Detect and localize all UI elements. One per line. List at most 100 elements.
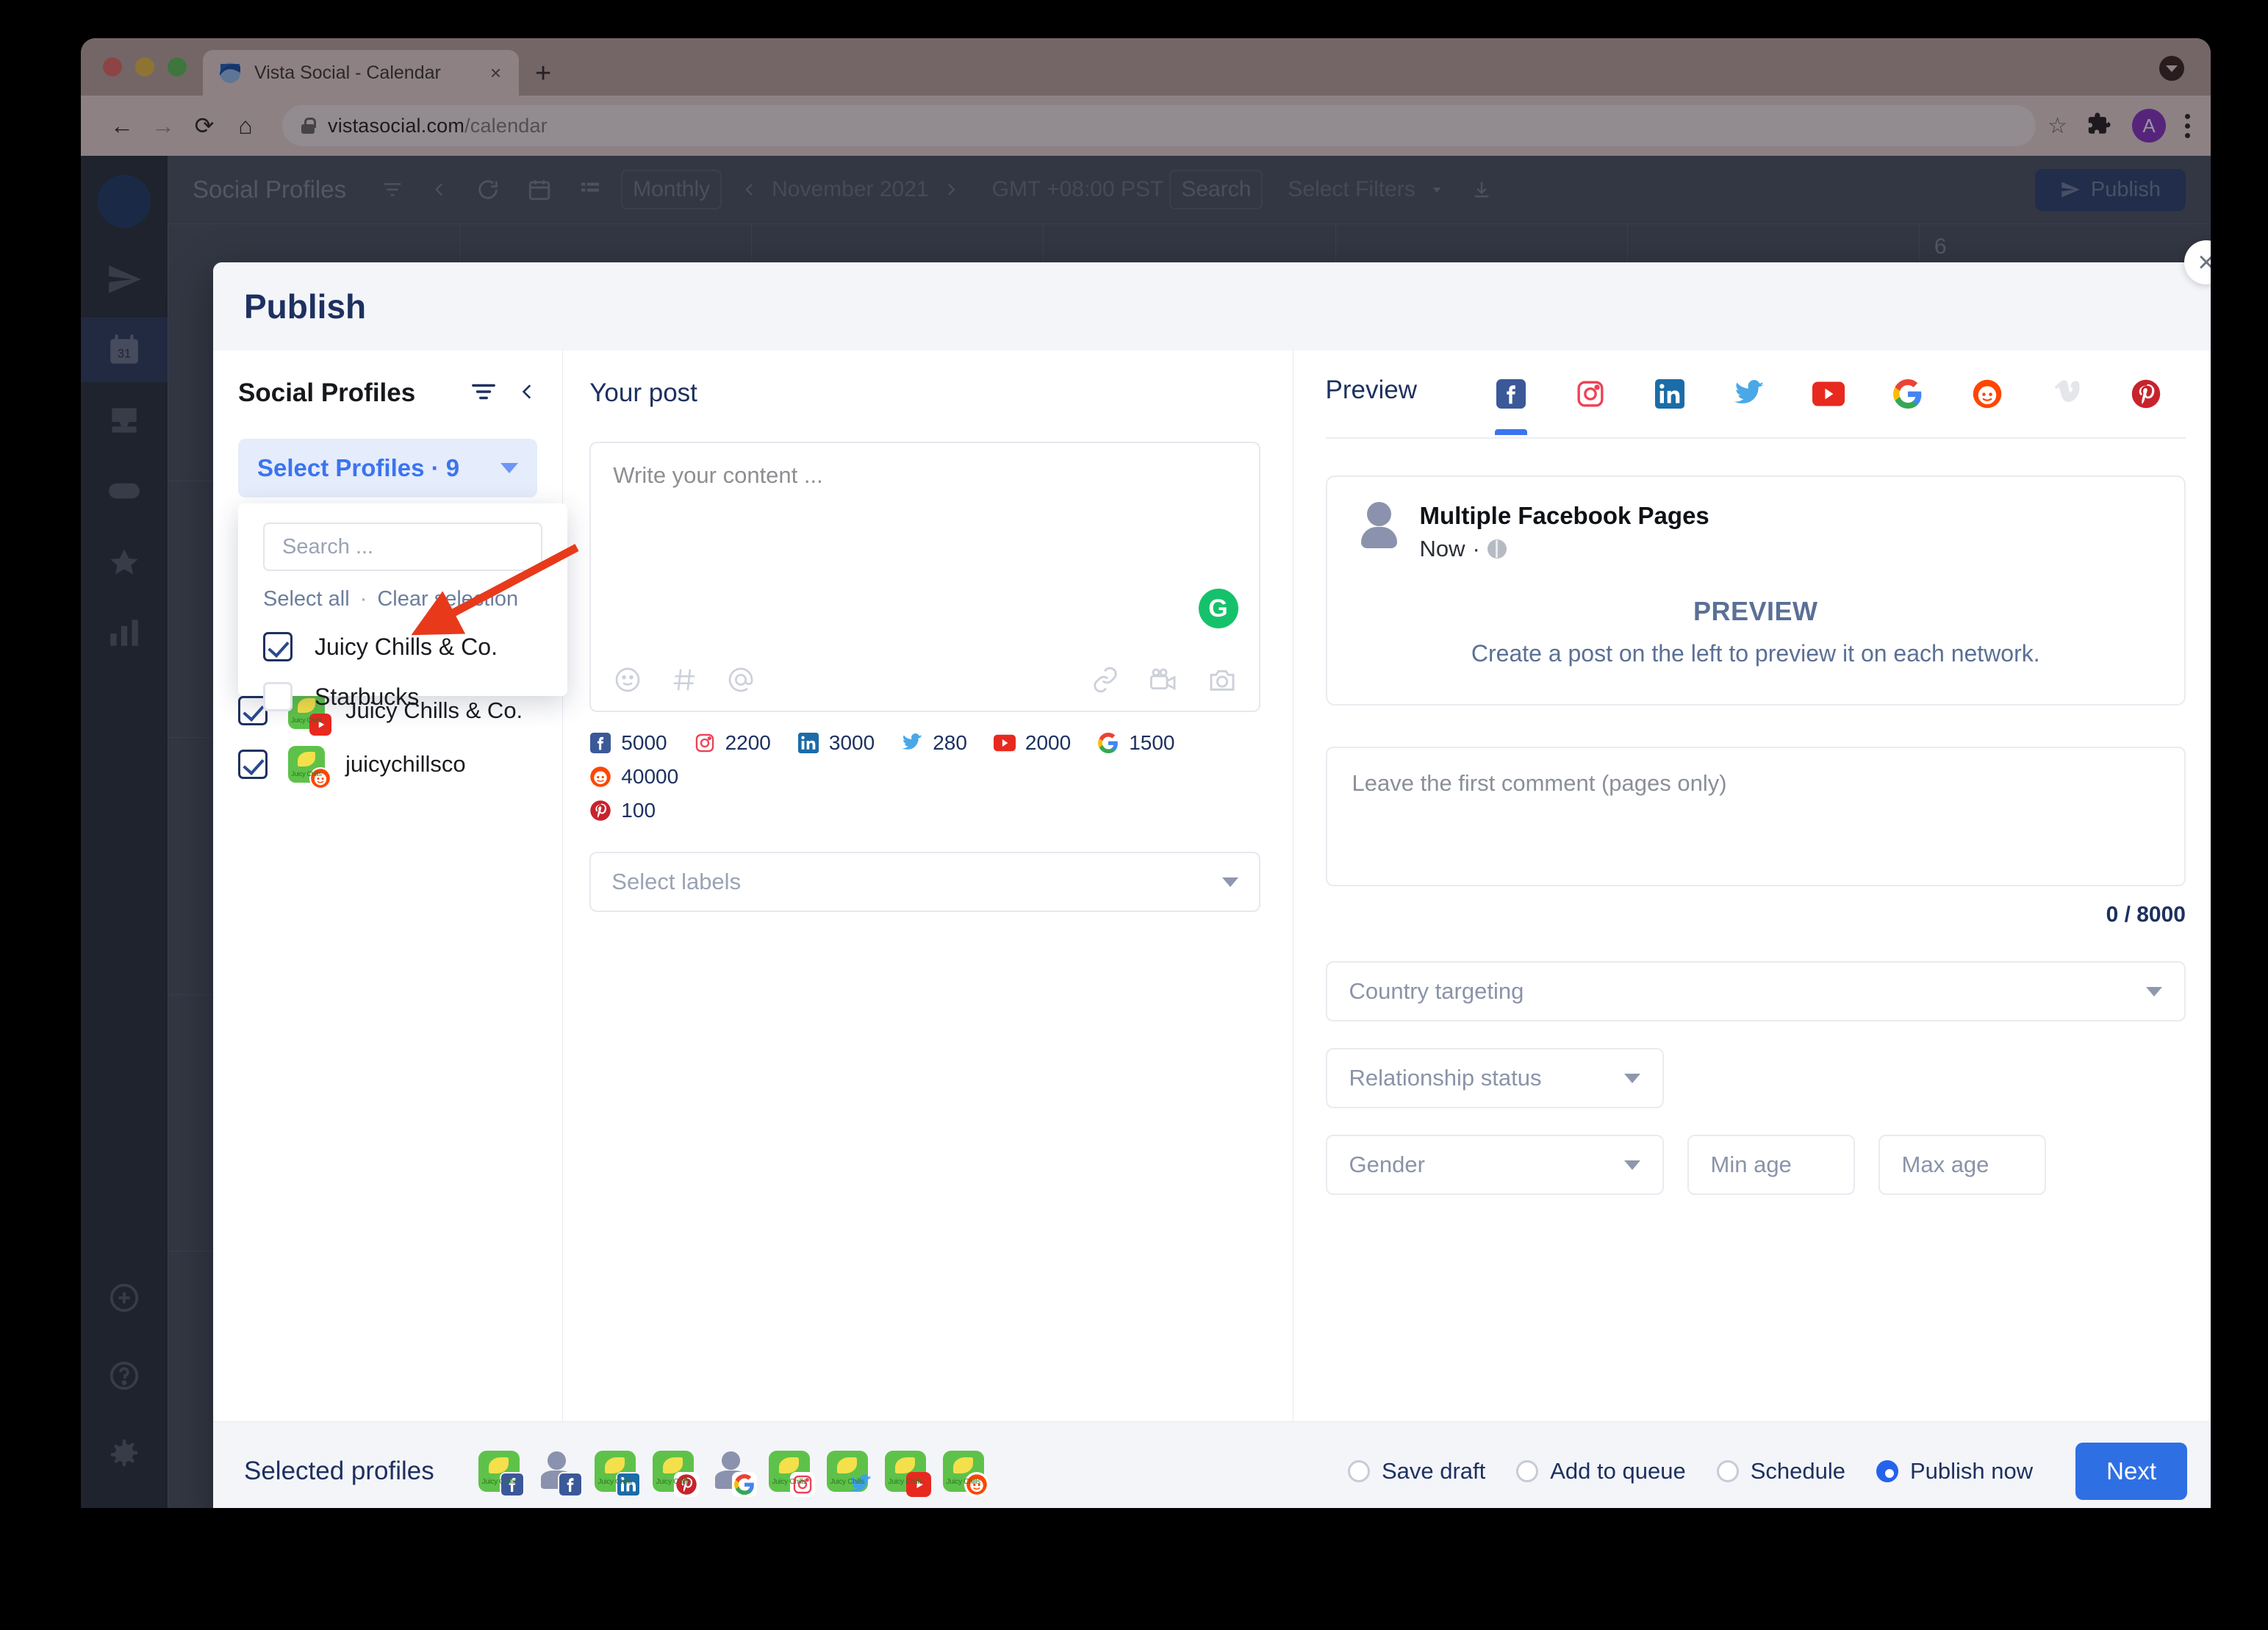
tab-pinterest[interactable]: [2106, 378, 2186, 434]
select-profiles-dropdown-button[interactable]: Select Profiles · 9: [238, 439, 538, 498]
preview-timestamp: Now: [1419, 536, 1465, 561]
profile-search-input[interactable]: Search ...: [263, 523, 542, 571]
limit-facebook: 5000: [589, 731, 667, 755]
link-icon[interactable]: [1091, 666, 1119, 694]
tab-google[interactable]: [1868, 379, 1948, 434]
your-post-panel: Your post Write your content ... G 5000 …: [563, 351, 1293, 1421]
instagram-icon: [694, 732, 716, 754]
chevron-down-icon: [1221, 877, 1238, 887]
tab-twitter[interactable]: [1709, 378, 1789, 435]
selected-avatar-youtube[interactable]: [884, 1451, 931, 1497]
selected-avatar-facebook-generic[interactable]: [537, 1451, 583, 1497]
dropdown-option-juicy-chills[interactable]: Juicy Chills & Co.: [263, 632, 542, 661]
tab-vimeo[interactable]: [2027, 378, 2106, 434]
post-composer[interactable]: Write your content ... G: [589, 442, 1260, 712]
reddit-icon: [963, 1472, 989, 1497]
tab-reddit[interactable]: [1948, 378, 2027, 434]
modal-header: Publish: [213, 262, 2211, 351]
selected-avatar-instagram[interactable]: [768, 1451, 815, 1497]
hashtag-icon[interactable]: [670, 666, 698, 694]
selected-avatar-linkedin[interactable]: [594, 1451, 641, 1497]
limit-value: 3000: [828, 731, 875, 754]
tab-instagram[interactable]: [1551, 379, 1630, 434]
selected-avatar-twitter[interactable]: [826, 1451, 872, 1492]
chevron-left-icon[interactable]: [518, 379, 537, 408]
linkedin-icon: [797, 732, 819, 754]
reddit-icon: [589, 766, 611, 788]
dropdown-option-starbucks[interactable]: Starbucks: [263, 682, 542, 711]
emoji-icon[interactable]: [613, 665, 642, 694]
dropdown-option-label: Starbucks: [315, 683, 420, 710]
min-age-input[interactable]: Min age: [1687, 1135, 1855, 1195]
relationship-status-select[interactable]: Relationship status: [1325, 1048, 1664, 1108]
preview-meta-separator: ·: [1472, 536, 1480, 561]
tab-youtube[interactable]: [1789, 381, 1868, 431]
profile-checkbox[interactable]: [238, 749, 268, 779]
gender-age-row: Gender Min age Max age: [1325, 1135, 2186, 1195]
reddit-icon: [309, 766, 331, 789]
composer-tools-left: [613, 665, 756, 694]
option-publish-now[interactable]: Publish now: [1876, 1458, 2033, 1484]
avatar: [1357, 502, 1401, 548]
clear-selection-link[interactable]: Clear selection: [377, 587, 518, 611]
dropdown-option-checkbox[interactable]: [263, 632, 293, 661]
next-button[interactable]: Next: [2075, 1443, 2187, 1500]
option-schedule[interactable]: Schedule: [1716, 1458, 1845, 1484]
bulk-actions-separator: ·: [359, 587, 367, 611]
selected-profiles-label: Selected profiles: [244, 1457, 434, 1485]
limit-value: 5000: [621, 731, 667, 754]
tab-facebook[interactable]: [1471, 379, 1551, 435]
option-label: Add to queue: [1550, 1458, 1686, 1484]
select-labels-dropdown[interactable]: Select labels: [589, 852, 1260, 912]
tab-linkedin[interactable]: [1630, 379, 1709, 434]
radio-publish-now[interactable]: [1876, 1460, 1898, 1482]
composer-placeholder: Write your content ...: [613, 462, 823, 488]
country-targeting-select[interactable]: Country targeting: [1325, 961, 2186, 1022]
max-age-input[interactable]: Max age: [1878, 1135, 2046, 1195]
option-label: Publish now: [1909, 1458, 2034, 1484]
preview-tabs: Preview: [1325, 376, 2186, 439]
composer-tools-right: [1091, 666, 1237, 694]
youtube-icon: [309, 713, 331, 736]
country-targeting-label: Country targeting: [1349, 978, 1524, 1004]
limit-value: 2200: [725, 731, 771, 754]
mention-icon[interactable]: [726, 665, 756, 694]
youtube-icon: [993, 732, 1016, 754]
gender-label: Gender: [1349, 1152, 1425, 1177]
social-profiles-header: Social Profiles: [238, 378, 537, 408]
selected-avatar-facebook[interactable]: [478, 1451, 525, 1497]
browser-window: Vista Social - Calendar × + ← → ⟳ ⌂ vist…: [81, 38, 2211, 1508]
twitter-icon: [848, 1472, 873, 1497]
dropdown-option-label: Juicy Chills & Co.: [315, 633, 498, 660]
filter-icon[interactable]: [471, 382, 496, 405]
gender-select[interactable]: Gender: [1325, 1135, 1664, 1195]
preview-card: Multiple Facebook Pages Now · PREVIEW Cr…: [1325, 475, 2186, 706]
list-item[interactable]: juicychillsco: [238, 737, 537, 791]
radio-schedule[interactable]: [1716, 1460, 1739, 1482]
image-icon[interactable]: [1207, 666, 1237, 694]
selected-avatar-pinterest[interactable]: [652, 1451, 699, 1497]
chevron-down-icon: [500, 463, 519, 473]
select-all-link[interactable]: Select all: [263, 587, 350, 611]
selected-profile-avatars: [478, 1451, 989, 1497]
globe-icon: [1487, 539, 1507, 559]
option-label: Schedule: [1750, 1458, 1845, 1484]
chevron-down-icon: [1623, 1073, 1640, 1083]
dropdown-option-checkbox[interactable]: [263, 682, 293, 711]
facebook-icon: [557, 1472, 583, 1497]
character-limits-row: 5000 2200 3000 280 2000 1500 40000 100: [589, 731, 1260, 822]
limit-value: 40000: [621, 765, 679, 788]
social-profiles-panel: Social Profiles Select Profiles · 9 Juic…: [213, 351, 567, 1421]
selected-avatar-reddit[interactable]: [942, 1451, 989, 1497]
video-icon[interactable]: [1149, 667, 1178, 693]
pinterest-icon: [589, 800, 611, 822]
first-comment-input[interactable]: Leave the first comment (pages only): [1325, 747, 2186, 886]
grammarly-icon[interactable]: G: [1198, 589, 1238, 628]
radio-add-to-queue[interactable]: [1516, 1460, 1539, 1482]
option-save-draft[interactable]: Save draft: [1347, 1458, 1485, 1484]
radio-save-draft[interactable]: [1347, 1460, 1370, 1482]
selected-avatar-google[interactable]: [711, 1451, 757, 1497]
preview-subtext: Create a post on the left to preview it …: [1471, 640, 2040, 667]
preview-heading: Preview: [1325, 376, 1417, 404]
option-add-to-queue[interactable]: Add to queue: [1516, 1458, 1686, 1484]
